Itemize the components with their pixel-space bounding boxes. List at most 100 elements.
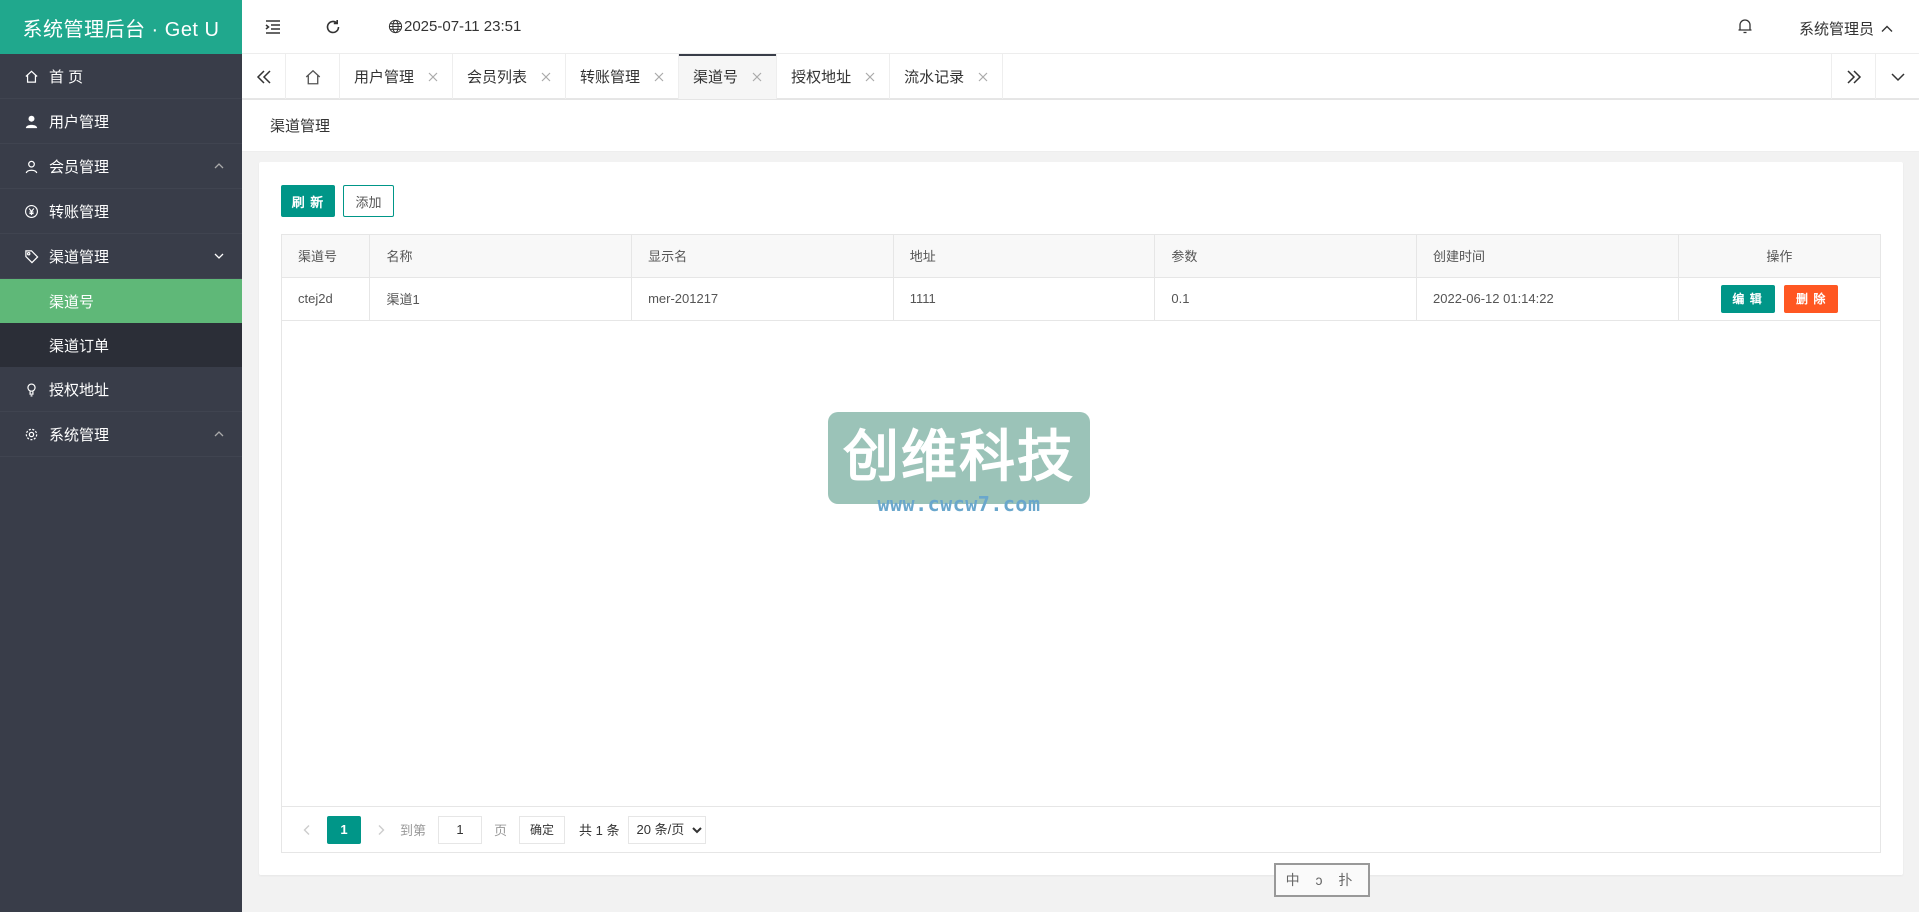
- watermark-box: 创维科技: [828, 412, 1090, 504]
- tab-members[interactable]: 会员列表: [453, 54, 567, 99]
- stamp-logo: 中 ɔ 扑: [1274, 863, 1370, 897]
- cell-code: ctej2d: [282, 277, 371, 321]
- sidebar-item-label: 转账管理: [49, 203, 110, 221]
- page-size-select[interactable]: 20 条/页: [627, 815, 706, 844]
- sidebar-item-label: 用户管理: [49, 113, 110, 131]
- bell-icon[interactable]: [1736, 17, 1754, 35]
- tab-label: 会员列表: [467, 69, 528, 86]
- cell-created: 2022-06-12 01:14:22: [1416, 277, 1679, 321]
- sidebar-subitem-channel-no[interactable]: 渠道号: [0, 279, 242, 323]
- page-unit-label: 页: [494, 823, 508, 838]
- collapse-menu-button[interactable]: [260, 14, 286, 40]
- table-header-row: 渠道号 名称 显示名 地址 参数 创建时间 操作: [282, 235, 1880, 278]
- goto-confirm-button[interactable]: 确定: [519, 815, 566, 844]
- sidebar-item-home[interactable]: 首 页: [0, 54, 242, 99]
- tab-label: 转账管理: [580, 69, 641, 86]
- refresh-icon: [326, 20, 340, 34]
- goto-page-input[interactable]: [438, 815, 483, 844]
- chevron-up-icon: [214, 163, 224, 169]
- close-icon[interactable]: [654, 72, 664, 82]
- double-chevron-right-icon: [1846, 69, 1861, 84]
- close-icon[interactable]: [865, 72, 875, 82]
- datetime-text: 2025-07-11 23:51: [404, 18, 522, 35]
- gear-icon: [22, 425, 40, 443]
- refresh-button[interactable]: 刷 新: [281, 185, 335, 217]
- globe-icon: [388, 19, 403, 34]
- column-header: 操作: [1678, 235, 1880, 278]
- close-icon[interactable]: [428, 72, 438, 82]
- tab-label: 用户管理: [354, 69, 415, 86]
- pagination: 1 到第 页 确定 共 1 条 20 条/页: [282, 806, 1880, 852]
- double-chevron-left-icon: [256, 69, 271, 84]
- sidebar-item-system[interactable]: 系统管理: [0, 412, 242, 457]
- user-name: 系统管理员: [1798, 21, 1874, 38]
- cell-display-name: mer-201217: [631, 277, 894, 321]
- data-table: 渠道号 名称 显示名 地址 参数 创建时间 操作 ctej2d 渠道1 mer-…: [281, 234, 1881, 853]
- edit-button[interactable]: 编 辑: [1720, 284, 1775, 313]
- brand-title[interactable]: 系统管理后台 · Get U: [0, 0, 242, 54]
- sidebar-item-label: 系统管理: [49, 426, 110, 444]
- chevron-right-icon: [378, 824, 385, 835]
- cell-param: 0.1: [1154, 277, 1417, 321]
- chevron-left-icon: [303, 824, 310, 835]
- add-button[interactable]: 添加: [343, 185, 394, 217]
- chevron-down-icon: [214, 253, 224, 259]
- current-page[interactable]: 1: [327, 815, 361, 844]
- watermark-logo: 创维科技 www.cwcw7.com: [826, 410, 1092, 516]
- tab-channel-no[interactable]: 渠道号: [679, 54, 778, 99]
- sidebar-item-members[interactable]: 会员管理: [0, 144, 242, 189]
- sidebar-subitem-label: 渠道号: [49, 293, 95, 311]
- next-page-button[interactable]: [368, 817, 394, 843]
- datetime: 2025-07-11 23:51: [388, 18, 521, 35]
- tab-menu-button[interactable]: [1875, 54, 1919, 99]
- watermark-url: www.cwcw7.com: [877, 492, 1041, 516]
- column-header[interactable]: 显示名: [631, 235, 894, 278]
- close-icon[interactable]: [752, 72, 762, 82]
- tab-label: 授权地址: [791, 69, 852, 86]
- tab-transfer[interactable]: 转账管理: [566, 54, 680, 99]
- home-icon: [305, 69, 320, 84]
- content-card: 刷 新 添加 渠道号 名称 显示名 地址 参数 创建时间 操作 ctej2d 渠…: [259, 162, 1903, 875]
- prev-page-button[interactable]: [294, 817, 320, 843]
- sidebar-subitem-label: 渠道订单: [49, 337, 110, 355]
- cell-name: 渠道1: [369, 277, 633, 321]
- column-header[interactable]: 地址: [893, 235, 1156, 278]
- sidebar-subitem-channel-orders[interactable]: 渠道订单: [0, 323, 242, 367]
- member-icon: [22, 157, 40, 175]
- cell-actions: 编 辑 删 除: [1678, 277, 1880, 321]
- table-row[interactable]: ctej2d 渠道1 mer-201217 1111 0.1 2022-06-1…: [282, 277, 1880, 321]
- delete-button[interactable]: 删 除: [1784, 284, 1839, 313]
- yen-icon: [22, 202, 40, 220]
- tab-auth-address[interactable]: 授权地址: [777, 54, 891, 99]
- watermark-text: 创维科技: [843, 425, 1075, 490]
- user-menu[interactable]: 系统管理员: [1799, 18, 1894, 39]
- breadcrumb: 渠道管理: [242, 100, 1919, 152]
- chevron-down-icon: [1890, 72, 1905, 81]
- close-icon[interactable]: [541, 72, 551, 82]
- sidebar-item-label: 首 页: [49, 68, 84, 86]
- tab-home[interactable]: [286, 54, 340, 99]
- tab-label: 渠道号: [693, 69, 739, 86]
- chevron-up-icon: [214, 431, 224, 437]
- tab-users[interactable]: 用户管理: [340, 54, 454, 99]
- sidebar-item-users[interactable]: 用户管理: [0, 99, 242, 144]
- sidebar-item-label: 渠道管理: [49, 248, 110, 266]
- column-header[interactable]: 名称: [369, 235, 633, 278]
- close-icon[interactable]: [978, 72, 988, 82]
- sidebar-item-label: 会员管理: [49, 158, 110, 176]
- bulb-icon: [22, 380, 40, 398]
- sidebar-item-transfer[interactable]: 转账管理: [0, 189, 242, 234]
- cell-address: 1111: [893, 277, 1156, 321]
- tab-flow-records[interactable]: 流水记录: [890, 54, 1004, 99]
- tab-scroll-left-button[interactable]: [242, 54, 286, 99]
- tab-scroll-right-button[interactable]: [1831, 54, 1875, 99]
- column-header[interactable]: 参数: [1154, 235, 1417, 278]
- column-header[interactable]: 渠道号: [282, 235, 371, 278]
- goto-label: 到第: [400, 823, 427, 838]
- sidebar-item-channels[interactable]: 渠道管理: [0, 234, 242, 279]
- sidebar-item-label: 授权地址: [49, 381, 110, 399]
- tab-label: 流水记录: [904, 69, 965, 86]
- sidebar-item-auth-address[interactable]: 授权地址: [0, 367, 242, 412]
- refresh-page-button[interactable]: [320, 14, 346, 40]
- column-header[interactable]: 创建时间: [1416, 235, 1679, 278]
